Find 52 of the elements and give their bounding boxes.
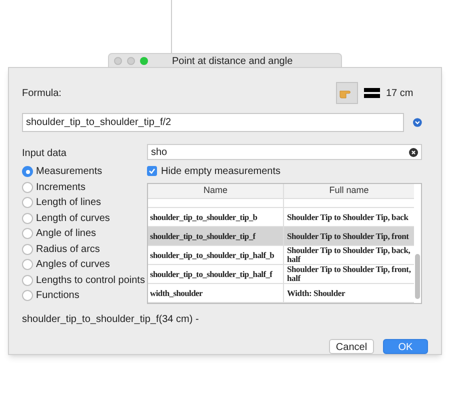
zoom-button[interactable] [140, 57, 148, 65]
radio-button[interactable] [22, 290, 33, 302]
formula-result: 17 cm [386, 86, 414, 100]
radio-button[interactable] [22, 259, 33, 270]
table-row[interactable]: shoulder_tip_to_shoulder_tip_b Shoulder Tip to Shoulder Tip, back [148, 208, 414, 227]
equals-icon [364, 87, 380, 99]
radio-label: Functions [36, 289, 80, 304]
clear-icon[interactable] [409, 148, 418, 156]
table-cell-text: Shoulder Tip to Shoulder Tip, front, half [286, 265, 412, 283]
input-data-label: Input data [22, 147, 68, 161]
radio-button[interactable] [22, 228, 33, 240]
table-row[interactable]: width_shoulder Width: Shoulder [148, 284, 414, 303]
radio-label: Angles of curves [36, 258, 110, 272]
expand-icon[interactable] [413, 118, 422, 127]
column-header[interactable]: Full name [284, 184, 414, 198]
table-row[interactable]: shoulder_tip_to_shoulder_tip_half_b Shoulder Tip to Shoulder Tip, back, half [148, 246, 414, 265]
radio-button[interactable] [22, 166, 33, 178]
table-cell: shoulder_tip_to_shoulder_tip_f [148, 227, 284, 245]
table-cell-text: Shoulder Tip to Shoulder Tip, back, half [286, 246, 412, 264]
radio-button[interactable] [22, 182, 33, 193]
radio-label: Measurements [36, 165, 102, 180]
radio-button[interactable] [22, 197, 33, 208]
radio-label: Lengths to control points [36, 274, 145, 288]
minimize-button[interactable] [127, 57, 135, 65]
radio-label: Length of lines [36, 196, 102, 210]
radio-button[interactable] [22, 212, 33, 224]
table-cell-text: Width: Shoulder [286, 286, 346, 300]
scrollbar-thumb[interactable] [415, 254, 420, 299]
radio-button[interactable] [22, 274, 33, 286]
radio-button[interactable] [22, 244, 33, 255]
table-row[interactable]: shoulder_tip_to_shoulder_tip_f Shoulder Tip to Shoulder Tip, front [148, 227, 414, 246]
table-cell: shoulder_tip_to_shoulder_tip_half_f [148, 265, 284, 283]
radio-label: Length of curves [36, 212, 110, 226]
formula-field[interactable]: shoulder_tip_to_shoulder_tip_f/2 [22, 113, 404, 132]
radio-label: Radius of arcs [36, 242, 100, 257]
table-cell-text: Shoulder Tip to Shoulder Tip, back [286, 210, 410, 224]
hide-empty-label: Hide empty measurements [161, 164, 280, 178]
table-row[interactable]: shoulder_tip_to_shoulder_tip_half_f Shoulder Tip to Shoulder Tip, front, half [148, 265, 414, 284]
radio-label: Increments [36, 180, 86, 195]
status-text: shoulder_tip_to_shoulder_tip_f(34 cm) - [22, 313, 200, 327]
window-title: Point at distance and angle [172, 54, 293, 68]
table-cell: width_shoulder [148, 284, 284, 302]
cancel-button[interactable]: Cancel [329, 339, 374, 354]
formula-label: Formula: [22, 86, 62, 100]
table-cell: shoulder_tip_to_shoulder_tip_b [148, 208, 284, 226]
radio-label: Angle of lines [36, 227, 96, 242]
hide-empty-checkbox[interactable] [147, 166, 157, 176]
column-header[interactable]: Name [148, 184, 284, 198]
pointing-hand-button[interactable] [336, 82, 358, 104]
table-cell: shoulder_tip_to_shoulder_tip_half_b [148, 246, 284, 264]
close-button[interactable] [114, 57, 122, 65]
table-cell-text: Shoulder Tip to Shoulder Tip, front [286, 230, 410, 243]
